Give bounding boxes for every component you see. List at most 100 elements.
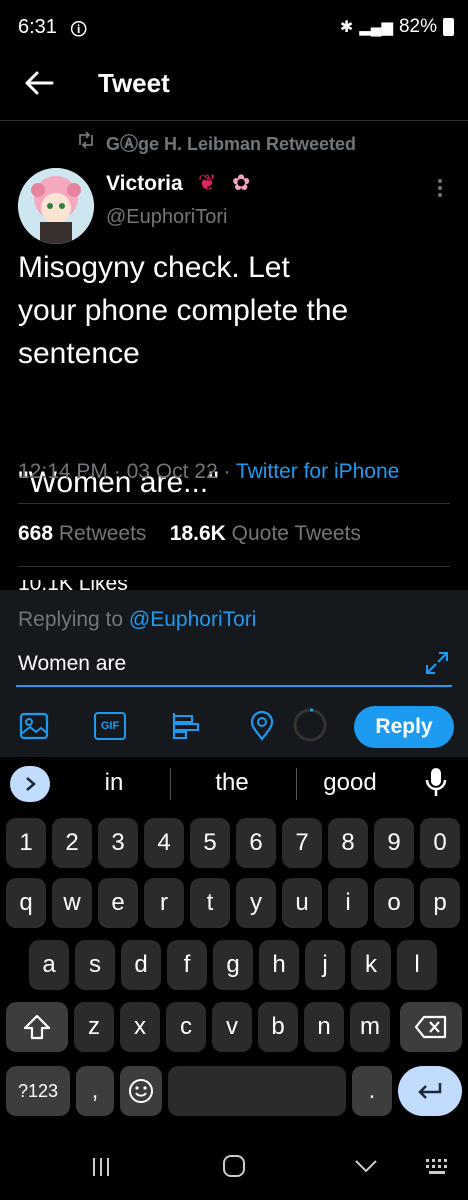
row_a-key-8[interactable]: l [397,940,437,990]
backspace-key[interactable] [400,1002,462,1052]
row_a-key-6[interactable]: j [305,940,345,990]
divider [18,566,450,567]
poll-icon[interactable] [170,710,202,742]
row_numbers-key-9[interactable]: 0 [420,818,460,868]
row_a-key-7[interactable]: k [351,940,391,990]
status-time: 6:31 [18,16,57,38]
reply-input[interactable] [18,652,398,676]
recent-apps-icon[interactable] [90,1156,112,1178]
row_z-key-4[interactable]: b [258,1002,298,1052]
more-options-icon[interactable] [430,176,450,200]
row_a-key-1[interactable]: s [75,940,115,990]
wifi-signal-icon: ▂▄▆ [359,19,393,36]
tweet-time: 12:14 PM [18,460,108,483]
row_numbers-key-0[interactable]: 1 [6,818,46,868]
enter-key[interactable] [398,1066,462,1116]
row_numbers-key-7[interactable]: 8 [328,818,368,868]
row_numbers-key-1[interactable]: 2 [52,818,92,868]
symbols-key[interactable]: ?123 [6,1066,70,1116]
row_numbers-key-5[interactable]: 6 [236,818,276,868]
row_numbers-key-4[interactable]: 5 [190,818,230,868]
retweets-count[interactable]: 668 [18,522,53,545]
row_a-key-2[interactable]: d [121,940,161,990]
display-name[interactable]: Victoria [106,172,183,196]
suggestion-expand-button[interactable] [10,766,50,802]
battery-icon [443,18,454,36]
comma-key[interactable]: , [76,1066,114,1116]
row_q-key-2[interactable]: e [98,878,138,928]
row_numbers-key-8[interactable]: 9 [374,818,414,868]
tweet-stats: 668 Retweets 18.6K Quote Tweets [18,522,361,546]
likes-stat-partial-text[interactable]: 10.1K Likes [18,580,138,590]
shift-key[interactable] [6,1002,68,1052]
bluetooth-icon: ✱ [339,19,354,36]
row_numbers-key-6[interactable]: 7 [282,818,322,868]
backspace-icon [414,1015,447,1039]
row_q-key-0[interactable]: q [6,878,46,928]
input-underline [16,685,452,687]
image-icon[interactable] [18,710,50,742]
chevron-right-icon [26,777,36,791]
row_numbers-key-2[interactable]: 3 [98,818,138,868]
row_q-key-7[interactable]: i [328,878,368,928]
row_z-key-2[interactable]: c [166,1002,206,1052]
header-divider [0,120,468,121]
row_z-key-0[interactable]: z [74,1002,114,1052]
blossom-emoji-icon: ✿ [232,170,251,195]
tweet-source-link[interactable]: Twitter for iPhone [236,460,399,483]
suggestion-3[interactable]: good [310,769,390,797]
row_q-key-3[interactable]: r [144,878,184,928]
home-icon[interactable] [222,1154,246,1178]
row_a-key-4[interactable]: g [213,940,253,990]
row_numbers-key-3[interactable]: 4 [144,818,184,868]
row_a-key-5[interactable]: h [259,940,299,990]
ribbon-emoji-icon: ❦ [198,170,217,195]
row_q-key-1[interactable]: w [52,878,92,928]
tweet-date: 03 Oct 22 [126,460,218,483]
enter-arrow-icon [418,1083,442,1099]
row_z-key-3[interactable]: v [212,1002,252,1052]
period-key[interactable]: . [352,1066,392,1116]
space-key[interactable] [168,1066,346,1116]
microphone-icon[interactable] [425,766,447,800]
avatar[interactable] [18,168,94,244]
row_z-key-5[interactable]: n [304,1002,344,1052]
back-arrow-icon[interactable] [22,66,56,100]
shift-icon [23,1014,51,1040]
replying-handle[interactable]: @EuphoriTori [129,608,257,631]
replying-to: Replying to @EuphoriTori [18,608,256,632]
row_a-key-3[interactable]: f [167,940,207,990]
reply-button[interactable]: Reply [354,706,454,748]
retweeted-by-label[interactable]: GⒶge H. Leibman Retweeted [106,130,356,156]
divider [296,768,297,800]
retweet-icon [79,131,93,149]
row_q-key-9[interactable]: p [420,878,460,928]
row_q-key-4[interactable]: t [190,878,230,928]
keyboard-switch-icon[interactable] [424,1156,452,1178]
status-right: ✱ ▂▄▆ 82% [340,16,454,38]
row_q-key-8[interactable]: o [374,878,414,928]
quote-tweets-count[interactable]: 18.6K [170,522,226,545]
row_z-key-6[interactable]: m [350,1002,390,1052]
quote-tweets-label[interactable]: Quote Tweets [232,522,361,545]
row_q-key-5[interactable]: y [236,878,276,928]
expand-icon[interactable] [424,650,450,676]
suggestion-2[interactable]: the [190,769,274,797]
row_a-key-0[interactable]: a [29,940,69,990]
emoji-icon [129,1079,153,1103]
gif-label: GIF [94,712,126,740]
emoji-key[interactable] [120,1066,162,1116]
retweets-label[interactable]: Retweets [59,522,147,545]
location-icon[interactable] [246,710,278,742]
divider [18,503,450,504]
username[interactable]: @EuphoriTori [106,206,227,229]
divider [170,768,171,800]
row_z-key-1[interactable]: x [120,1002,160,1052]
suggestion-1[interactable]: in [80,769,148,797]
replying-prefix: Replying to [18,608,124,631]
likes-stat-partial[interactable]: 10.1K Likes [18,580,138,590]
gif-icon[interactable]: GIF [94,710,126,742]
tweet-meta: 12:14 PM · 03 Oct 22 · Twitter for iPhon… [18,460,400,483]
row_q-key-6[interactable]: u [282,878,322,928]
hide-keyboard-icon[interactable] [354,1158,378,1174]
